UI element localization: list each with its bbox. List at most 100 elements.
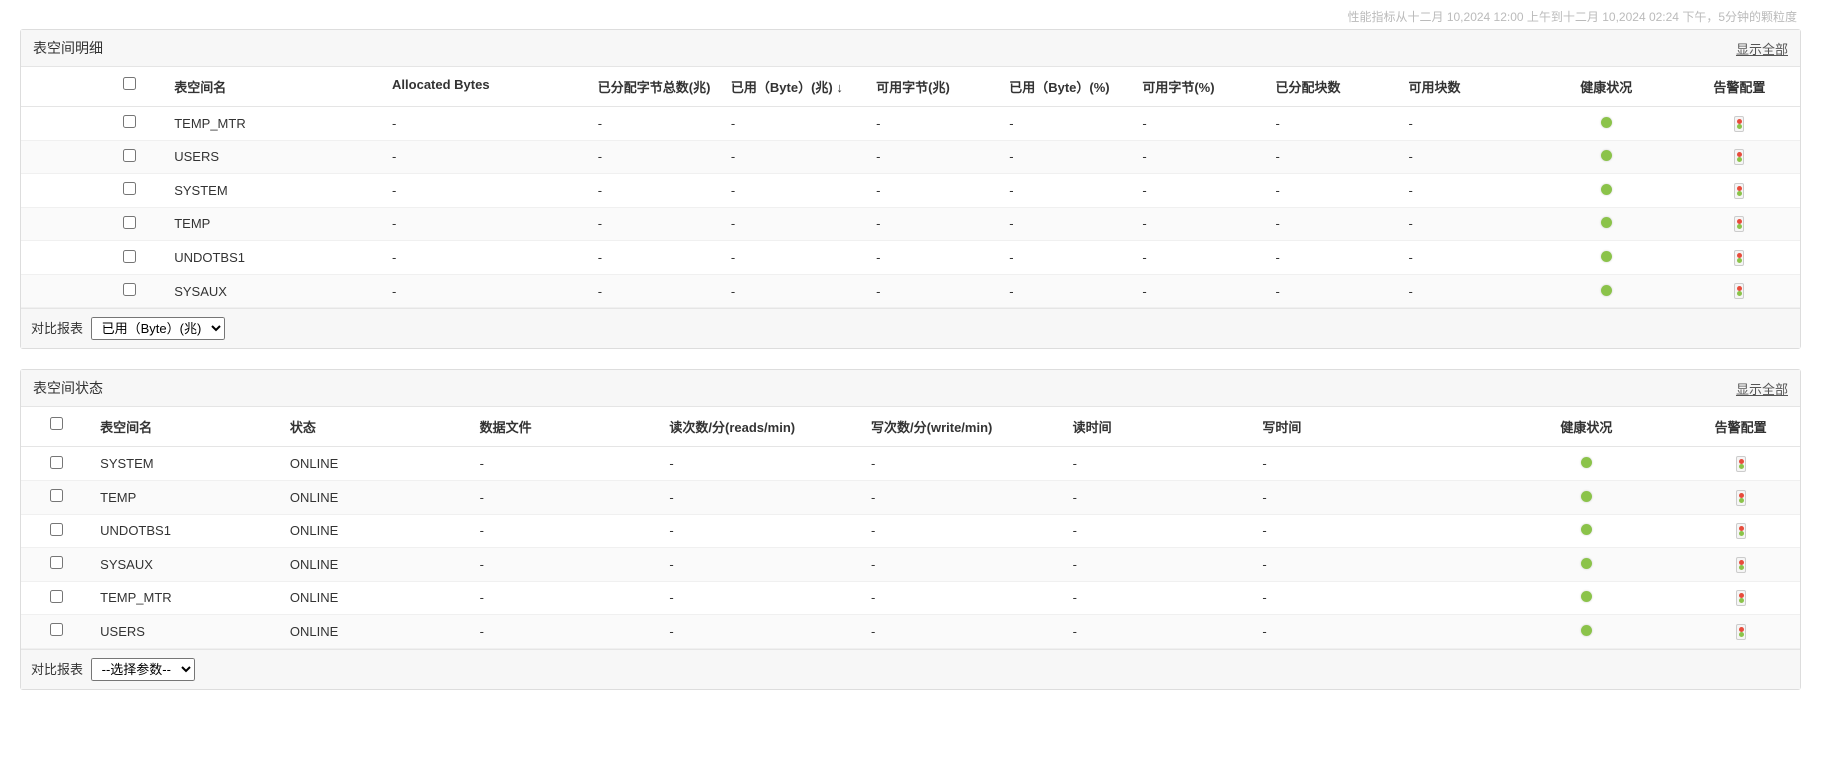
alarm-config-icon[interactable] <box>1734 116 1744 132</box>
cell-name: SYSAUX <box>166 274 384 308</box>
cell-status: ONLINE <box>282 447 472 481</box>
health-ok-icon <box>1581 491 1592 502</box>
col-health[interactable]: 健康状况 <box>1534 67 1679 107</box>
col-alloc-blocks[interactable]: 已分配块数 <box>1267 67 1400 107</box>
cell-avail-blocks: - <box>1401 207 1534 241</box>
cell-writes: - <box>863 480 1065 514</box>
col-alloc-total[interactable]: 已分配字节总数(兆) <box>590 67 723 107</box>
row-checkbox[interactable] <box>50 623 63 636</box>
cell-alloc-blocks: - <box>1267 274 1400 308</box>
alarm-config-icon[interactable] <box>1736 624 1746 640</box>
alarm-config-icon[interactable] <box>1736 523 1746 539</box>
cell-name: UNDOTBS1 <box>92 514 282 548</box>
health-ok-icon <box>1581 591 1592 602</box>
row-checkbox[interactable] <box>50 556 63 569</box>
cell-datafile: - <box>472 514 662 548</box>
col-used-mb[interactable]: 已用（Byte）(兆) ↓ <box>723 67 868 107</box>
col-avail-pct[interactable]: 可用字节(%) <box>1134 67 1267 107</box>
alarm-config-icon[interactable] <box>1734 216 1744 232</box>
row-checkbox[interactable] <box>123 283 136 296</box>
cell-name: UNDOTBS1 <box>166 241 384 275</box>
cell-alloc-blocks: - <box>1267 241 1400 275</box>
row-checkbox[interactable] <box>123 216 136 229</box>
panel1-show-all-link[interactable]: 显示全部 <box>1736 39 1788 58</box>
col2-reads[interactable]: 读次数/分(reads/min) <box>661 407 863 447</box>
table-row: UNDOTBS1ONLINE----- <box>21 514 1800 548</box>
col-alloc[interactable]: Allocated Bytes <box>384 67 590 107</box>
cell-name: TEMP <box>166 207 384 241</box>
alarm-config-icon[interactable] <box>1736 456 1746 472</box>
row-checkbox[interactable] <box>50 523 63 536</box>
health-ok-icon <box>1601 285 1612 296</box>
cell-used-pct: - <box>1001 107 1134 141</box>
row-checkbox[interactable] <box>123 182 136 195</box>
cell-name: SYSTEM <box>166 174 384 208</box>
table-row: SYSAUX-------- <box>21 274 1800 308</box>
row-checkbox[interactable] <box>50 489 63 502</box>
cell-reads: - <box>661 548 863 582</box>
col2-datafile[interactable]: 数据文件 <box>472 407 662 447</box>
alarm-config-icon[interactable] <box>1734 250 1744 266</box>
panel2-compare-select[interactable]: --选择参数-- <box>91 658 195 681</box>
health-ok-icon <box>1601 150 1612 161</box>
cell-write-time: - <box>1254 615 1491 649</box>
alarm-config-icon[interactable] <box>1736 557 1746 573</box>
alarm-config-icon[interactable] <box>1736 590 1746 606</box>
cell-avail-pct: - <box>1134 107 1267 141</box>
col2-status[interactable]: 状态 <box>282 407 472 447</box>
col-name[interactable]: 表空间名 <box>166 67 384 107</box>
cell-avail-mb: - <box>868 140 1001 174</box>
cell-used-mb: - <box>723 174 868 208</box>
panel1-compare-select[interactable]: 已用（Byte）(兆) <box>91 317 225 340</box>
col2-name[interactable]: 表空间名 <box>92 407 282 447</box>
cell-alloc-total: - <box>590 241 723 275</box>
col2-write-time[interactable]: 写时间 <box>1254 407 1491 447</box>
cell-alloc: - <box>384 174 590 208</box>
cell-write-time: - <box>1254 514 1491 548</box>
row-checkbox[interactable] <box>50 590 63 603</box>
col-avail-mb[interactable]: 可用字节(兆) <box>868 67 1001 107</box>
cell-alloc: - <box>384 140 590 174</box>
col2-read-time[interactable]: 读时间 <box>1065 407 1255 447</box>
cell-used-mb: - <box>723 274 868 308</box>
table-row: TEMP_MTR-------- <box>21 107 1800 141</box>
alarm-config-icon[interactable] <box>1734 283 1744 299</box>
cell-used-pct: - <box>1001 140 1134 174</box>
row-checkbox[interactable] <box>123 149 136 162</box>
col2-writes[interactable]: 写次数/分(write/min) <box>863 407 1065 447</box>
alarm-config-icon[interactable] <box>1734 183 1744 199</box>
table-row: UNDOTBS1-------- <box>21 241 1800 275</box>
cell-alloc-blocks: - <box>1267 207 1400 241</box>
panel2-show-all-link[interactable]: 显示全部 <box>1736 379 1788 398</box>
alarm-config-icon[interactable] <box>1734 149 1744 165</box>
panel2-select-all-checkbox[interactable] <box>50 417 63 430</box>
col-avail-blocks[interactable]: 可用块数 <box>1401 67 1534 107</box>
alarm-config-icon[interactable] <box>1736 490 1746 506</box>
cell-write-time: - <box>1254 447 1491 481</box>
row-checkbox[interactable] <box>123 250 136 263</box>
row-checkbox[interactable] <box>50 456 63 469</box>
cell-writes: - <box>863 548 1065 582</box>
tablespace-detail-panel: 表空间明细 显示全部 表空间名 Allocated Bytes 已分配字节总数(… <box>20 29 1801 349</box>
cell-read-time: - <box>1065 548 1255 582</box>
cell-used-mb: - <box>723 140 868 174</box>
cell-avail-blocks: - <box>1401 107 1534 141</box>
table-row: USERS-------- <box>21 140 1800 174</box>
cell-status: ONLINE <box>282 514 472 548</box>
cell-avail-pct: - <box>1134 274 1267 308</box>
panel1-select-all-checkbox[interactable] <box>123 77 136 90</box>
col-used-pct[interactable]: 已用（Byte）(%) <box>1001 67 1134 107</box>
cell-avail-mb: - <box>868 207 1001 241</box>
col2-health[interactable]: 健康状况 <box>1492 407 1682 447</box>
col2-alarm[interactable]: 告警配置 <box>1681 407 1800 447</box>
cell-used-pct: - <box>1001 241 1134 275</box>
row-checkbox[interactable] <box>123 115 136 128</box>
panel1-title: 表空间明细 <box>33 38 103 58</box>
cell-datafile: - <box>472 548 662 582</box>
cell-avail-mb: - <box>868 241 1001 275</box>
col-alarm[interactable]: 告警配置 <box>1679 67 1800 107</box>
cell-used-pct: - <box>1001 174 1134 208</box>
cell-alloc-total: - <box>590 107 723 141</box>
cell-alloc: - <box>384 274 590 308</box>
cell-alloc-total: - <box>590 274 723 308</box>
